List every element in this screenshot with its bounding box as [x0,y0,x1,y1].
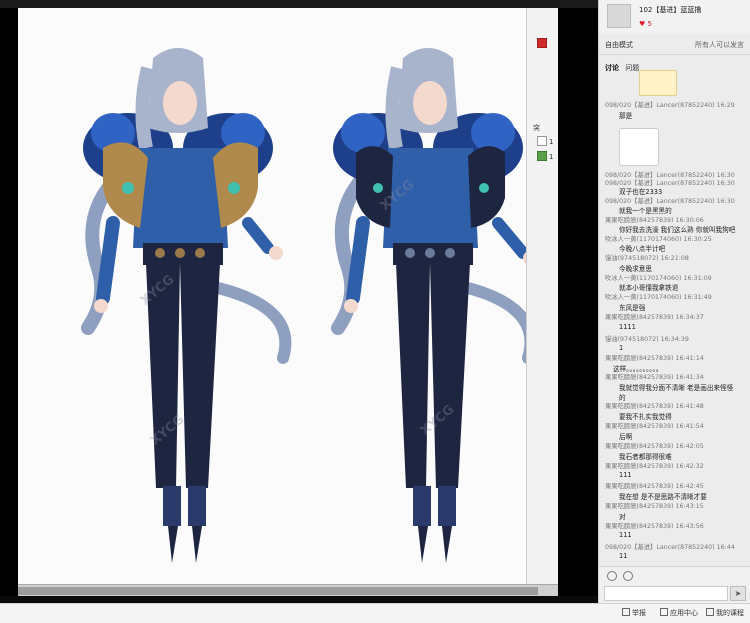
chat-sidebar: 102【基进】蓝蓝撸 ♥ 5 自由模式 所有人可以发言 讨论 问题 098/02… [598,0,750,603]
scrollbar-thumb[interactable] [18,587,538,595]
message-text: 111 [619,531,632,539]
color-swatch-icon[interactable] [537,38,547,48]
layer-item[interactable]: 1 [549,153,553,161]
bottom-toolbar: 举报 应用中心 我的课程 [0,603,750,623]
message-text: 双子也在2333 [619,188,663,196]
layer-item[interactable]: 1 [549,138,553,146]
message-text: 就本小哥懂我拿铁退 [619,284,679,292]
emoji-icon[interactable] [607,571,617,581]
report-label: 举报 [632,609,646,617]
message-meta: 果果吃膀胱(84257839) 16:41:48 [605,403,704,410]
message-text: 1111 [619,323,636,331]
drawing-canvas[interactable]: XYCG XYCG XYCG XYCG [18,8,537,588]
layer-icon[interactable] [537,136,547,146]
divider [599,54,750,55]
chat-input-area: ➤ [599,566,750,603]
message-meta: 098/020【基进】Lancer(87852240) 16:30 [605,198,735,205]
message-text: 111 [619,471,632,479]
software-side-panel[interactable]: 突 1 1 [526,8,558,584]
message-meta: 吹冰人一黄(1170174060) 16:31:49 [605,294,712,301]
chat-header: 102【基进】蓝蓝撸 ♥ 5 [599,0,750,34]
message-meta: 果果吃膀胱(84257839) 16:30:06 [605,217,704,224]
message-meta: 果果吃膀胱(84257839) 16:42:05 [605,443,704,450]
message-text: 1 [619,344,624,352]
report-icon [622,608,630,616]
send-button[interactable]: ➤ [730,586,746,601]
stream-top-bar [0,0,598,8]
stream-bottom-bar [0,596,598,603]
message-text: 你好我去洗澡 我们这么熟 你就叫我狗吧 [619,226,736,234]
message-text: 对 [619,513,626,521]
flower-icon[interactable] [623,571,633,581]
message-meta: 果果吃膀胱(84257839) 16:42:45 [605,483,704,490]
likes-count[interactable]: ♥ 5 [639,20,652,28]
message-meta: 098/020【基进】Lancer(87852240) 16:29 [605,102,735,109]
character-illustration-plain [331,48,537,563]
message-meta: 馒油(974518072) 16:21:08 [605,255,689,262]
message-meta: 吹冰人一黄(1170174060) 16:31:09 [605,275,712,282]
grid-icon [660,608,668,616]
avatar[interactable] [607,4,631,28]
message-text: 后啊 [619,433,633,441]
my-courses-label: 我的课程 [716,609,744,617]
app-window: XYCG XYCG XYCG XYCG 突 1 1 102【基进】蓝蓝撸 ♥ 5… [0,0,750,623]
message-meta: 果果吃膀胱(84257839) 16:43:56 [605,523,704,530]
message-text: 11 [619,552,628,560]
character-illustration-armored [81,48,292,563]
app-center-button[interactable]: 应用中心 [660,608,698,618]
layer-icon[interactable] [537,151,547,161]
message-meta: 果果吃膀胱(84257839) 16:41:34 [605,374,704,381]
message-meta: 果果吃膀胱(84257839) 16:43:15 [605,503,704,510]
message-text: 那是 [619,112,633,120]
message-text: 我就觉得我分面不清晰 老是画出来怪怪的 [619,384,734,402]
message-list[interactable]: 098/020【基进】Lancer(87852240) 16:29 那是 098… [599,70,750,566]
chat-mode-label: 自由模式 [605,41,633,49]
app-center-label: 应用中心 [670,609,698,617]
sticker-image [619,128,659,166]
message-text: 今晚求意思 [619,265,652,273]
channel-title: 102【基进】蓝蓝撸 [639,6,702,14]
chat-permission-label: 所有人可以发言 [695,41,744,49]
sticker-image [639,70,677,96]
live-stream-view[interactable]: XYCG XYCG XYCG XYCG 突 1 1 [0,0,598,603]
message-text: 东风是强 [619,304,646,312]
report-button[interactable]: 举报 [622,608,646,618]
message-text: 我石者都那得很难 [619,453,672,461]
layer-item[interactable]: 突 [533,123,540,133]
chat-message-input[interactable] [604,586,728,601]
message-meta: 果果吃膀胱(84257839) 16:42:32 [605,463,704,470]
message-text: 要我不扎实我觉得 [619,413,672,421]
message-text: 就我一个是黑黑的 [619,207,672,215]
my-courses-button[interactable]: 我的课程 [706,608,744,618]
message-meta: 果果吃膀胱(84257839) 16:41:54 [605,423,704,430]
message-meta: 吹冰人一黄(1170174060) 16:30:25 [605,236,712,243]
horizontal-scrollbar[interactable] [18,584,558,596]
message-meta: 果果吃膀胱(84257839) 16:34:37 [605,314,704,321]
message-meta: 098/020【基进】Lancer(87852240) 16:44 [605,544,735,551]
message-meta: 果果吃膀胱(84257839) 16:41:14 [605,355,704,362]
book-icon [706,608,714,616]
message-text: 今晚八点半计吧 [619,245,666,253]
message-meta: 馒油(974518072) 16:34:39 [605,336,689,343]
message-text: 我在想 是不是思路不清晰才要 [619,493,707,501]
